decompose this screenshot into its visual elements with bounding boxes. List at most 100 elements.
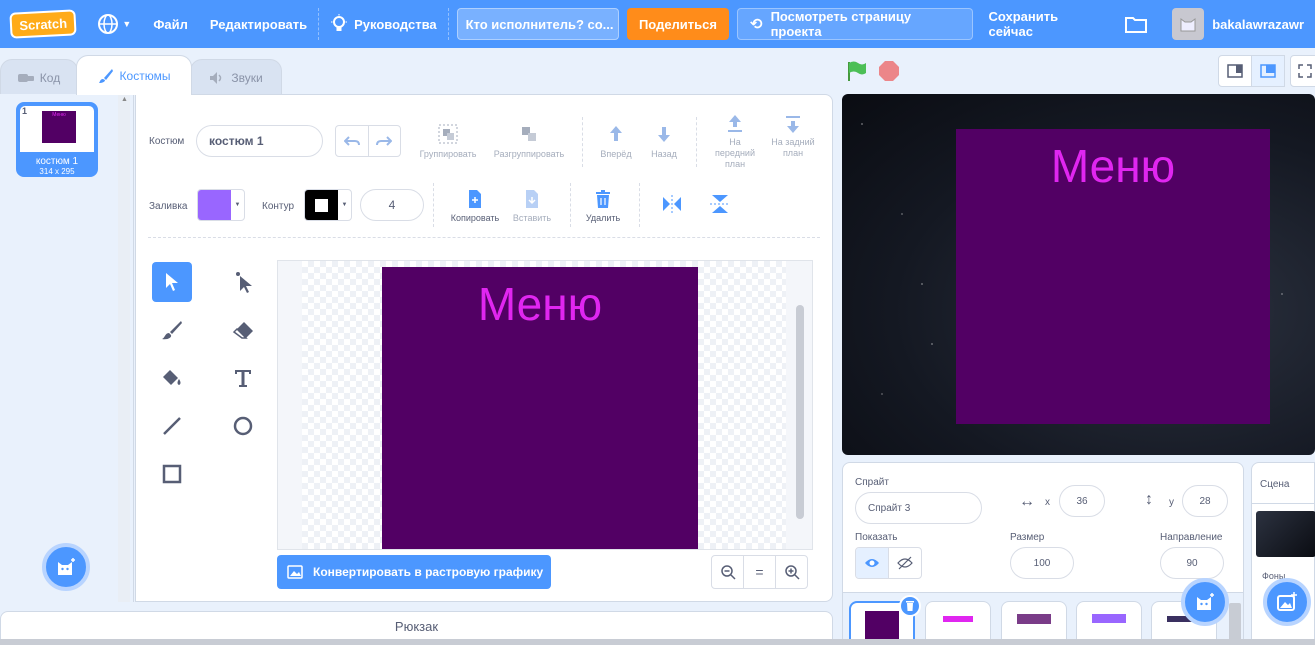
tutorials-menu[interactable]: Руководства: [319, 0, 448, 48]
project-title-input[interactable]: Кто исполнитель? со...: [456, 8, 619, 40]
eye-icon: [865, 559, 879, 567]
costume-name-input[interactable]: костюм 1: [196, 125, 323, 157]
costume-tile[interactable]: 1 Меню костюм 1 314 x 295: [16, 102, 98, 177]
small-stage-icon: [1227, 64, 1243, 78]
paint-canvas[interactable]: Меню: [277, 260, 813, 550]
chevron-down-icon: ▼: [234, 202, 241, 208]
refresh-icon: ⟲: [749, 16, 763, 33]
large-stage-button[interactable]: [1251, 55, 1285, 87]
eraser-icon: [232, 322, 253, 339]
direction-input[interactable]: 90: [1160, 547, 1224, 579]
group-label: Группировать: [419, 149, 477, 159]
scratch-logo[interactable]: Scratch: [9, 9, 78, 39]
back-button[interactable]: На задний план: [765, 113, 821, 159]
backpack-bar[interactable]: Рюкзак: [0, 611, 833, 641]
see-project-page-button[interactable]: ⟲ Посмотреть страницу проекта: [736, 8, 974, 40]
delete-sprite-button[interactable]: [899, 595, 921, 617]
select-tool[interactable]: [152, 262, 192, 302]
paint-editor: Костюм костюм 1 Группировать Разгруппиро…: [135, 94, 833, 602]
zoom-in-icon: [784, 565, 800, 580]
text-tool[interactable]: [223, 358, 263, 398]
stage[interactable]: Меню: [842, 94, 1315, 455]
copy-button[interactable]: Копировать: [442, 189, 508, 224]
small-stage-button[interactable]: [1218, 55, 1252, 87]
costume-artwork[interactable]: Меню: [382, 267, 698, 549]
y-label: y: [1169, 497, 1174, 508]
costume-thumbnail-art: Меню: [42, 111, 76, 143]
chevron-down-icon: ▼: [122, 19, 132, 29]
sprite-thumbnail: [1017, 614, 1051, 624]
eraser-tool[interactable]: [223, 310, 263, 350]
flip-vertical-button[interactable]: [710, 193, 730, 220]
rectangle-tool[interactable]: [152, 454, 192, 494]
canvas-vertical-scrollbar[interactable]: [796, 305, 804, 519]
toolbar-separator: [148, 237, 820, 238]
zoom-in-button[interactable]: [776, 556, 807, 588]
green-flag-button[interactable]: [846, 60, 868, 87]
zoom-reset-button[interactable]: =: [744, 556, 776, 588]
tab-sounds-label: Звуки: [231, 70, 263, 85]
show-visible-button[interactable]: [856, 548, 889, 578]
backward-button[interactable]: Назад: [642, 123, 686, 160]
my-stuff-button[interactable]: [1114, 0, 1158, 48]
cat-icon: [58, 558, 75, 575]
fill-tool[interactable]: [152, 358, 192, 398]
page-horizontal-scrollbar[interactable]: [0, 639, 1315, 645]
paste-label: Вставить: [512, 213, 552, 223]
back-label: На задний план: [771, 137, 815, 158]
zoom-out-button[interactable]: [712, 556, 744, 588]
show-hidden-button[interactable]: [889, 548, 921, 578]
file-menu[interactable]: Файл: [142, 0, 199, 48]
stage-panel-divider: [1252, 503, 1315, 504]
fill-color-picker[interactable]: ▼: [197, 189, 245, 221]
code-icon: [17, 73, 34, 82]
share-button[interactable]: Поделиться: [626, 8, 729, 40]
ungroup-button[interactable]: Разгруппировать: [488, 123, 570, 160]
line-icon: [163, 417, 181, 435]
save-now-button[interactable]: Сохранить сейчас: [977, 0, 1114, 48]
group-button[interactable]: Группировать: [416, 123, 480, 160]
add-backdrop-button[interactable]: [1263, 578, 1311, 626]
flip-horizontal-button[interactable]: [661, 195, 683, 218]
language-menu[interactable]: ▼: [86, 0, 142, 48]
delete-button[interactable]: Удалить: [578, 189, 628, 224]
front-button[interactable]: На передний план: [706, 113, 764, 170]
stage-sprite[interactable]: Меню: [956, 129, 1270, 424]
brush-tool[interactable]: [152, 310, 192, 350]
stage-header: [842, 55, 1315, 91]
stop-button[interactable]: [878, 60, 900, 87]
line-tool[interactable]: [152, 406, 192, 446]
fullscreen-button[interactable]: [1290, 55, 1315, 87]
y-input[interactable]: 28: [1182, 485, 1228, 517]
tab-costumes[interactable]: Костюмы: [76, 55, 192, 95]
reshape-tool[interactable]: [223, 262, 263, 302]
redo-button[interactable]: [369, 126, 401, 156]
globe-icon: [98, 14, 119, 34]
edit-menu[interactable]: Редактировать: [199, 0, 318, 48]
reshape-icon: [236, 272, 252, 293]
add-costume-button[interactable]: [42, 543, 90, 591]
tab-code[interactable]: Код: [0, 59, 78, 95]
x-arrow-icon: ↔: [1019, 493, 1035, 510]
brush-icon: [162, 321, 182, 340]
costume-list-scrollbar[interactable]: ▲: [118, 94, 130, 602]
tab-costumes-label: Костюмы: [119, 68, 171, 83]
canvas-text[interactable]: Меню: [478, 277, 602, 549]
costume-name: костюм 1: [35, 156, 79, 167]
paste-button[interactable]: Вставить: [504, 189, 560, 224]
sprite-name-input[interactable]: Спрайт 3: [855, 492, 982, 524]
tab-sounds[interactable]: Звуки: [190, 59, 282, 95]
forward-button[interactable]: Вперёд: [594, 123, 638, 160]
add-sprite-button[interactable]: [1181, 578, 1229, 626]
chevron-down-icon: ▼: [341, 202, 348, 208]
account-menu[interactable]: bakalawrazawr: [1158, 0, 1315, 48]
size-input[interactable]: 100: [1010, 547, 1074, 579]
outline-color-picker[interactable]: ▼: [304, 189, 352, 221]
outline-width-input[interactable]: 4: [360, 189, 424, 221]
circle-tool[interactable]: [223, 406, 263, 446]
convert-to-bitmap-button[interactable]: Конвертировать в растровую графику: [277, 555, 551, 589]
group-icon: [438, 124, 458, 144]
undo-button[interactable]: [336, 126, 369, 156]
x-input[interactable]: 36: [1059, 485, 1105, 517]
menu-divider: [447, 8, 449, 40]
